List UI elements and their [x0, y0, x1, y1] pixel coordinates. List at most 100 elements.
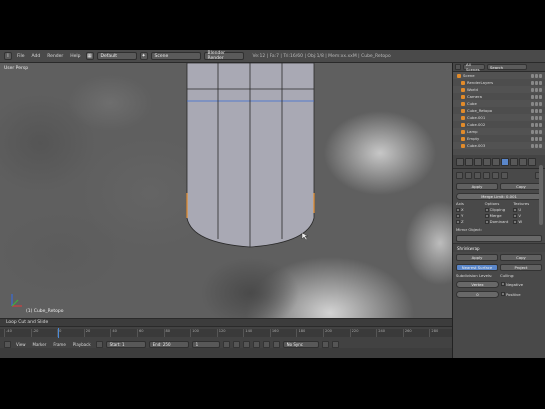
data-tab-icon[interactable] — [510, 157, 518, 166]
copy-button[interactable]: Copy — [500, 182, 542, 190]
timeline-playhead[interactable] — [58, 328, 60, 338]
record-icon[interactable] — [95, 340, 103, 348]
vertex-field[interactable]: Vertex — [456, 280, 499, 288]
timeline-menu-frame[interactable]: Frame — [51, 342, 67, 347]
axis-y-checkbox[interactable] — [456, 214, 460, 218]
visibility-icons[interactable] — [531, 122, 545, 127]
modifier-toggle-icon[interactable] — [465, 171, 472, 179]
material-tab-icon[interactable] — [519, 157, 527, 166]
outliner-view-select[interactable]: All Scenes — [463, 62, 485, 72]
visibility-icons[interactable] — [531, 87, 545, 92]
render-tab-icon[interactable] — [456, 157, 464, 166]
project-button[interactable]: Project — [500, 263, 542, 271]
visibility-icons[interactable] — [531, 143, 545, 148]
visibility-icons[interactable] — [531, 80, 545, 85]
cull-positive-checkbox[interactable] — [501, 292, 505, 296]
play-reverse-icon[interactable] — [242, 340, 250, 348]
editmode-toggle-icon[interactable] — [492, 171, 499, 179]
timeline-menu-view[interactable]: View — [14, 342, 28, 347]
outliner-item[interactable]: Cube_Retopo — [453, 107, 545, 114]
3d-viewport[interactable]: User Persp (1) Cube_Retopo — [0, 63, 452, 318]
jump-start-icon[interactable] — [222, 340, 230, 348]
screen-layout-field[interactable]: Default — [96, 52, 137, 60]
object-icon — [461, 80, 465, 85]
outliner-item[interactable]: Camera — [453, 93, 545, 100]
merge-limit-field[interactable]: Merge Limit: 0.001 — [456, 192, 542, 200]
visibility-icons[interactable] — [531, 101, 545, 106]
scene-field[interactable]: Scene — [150, 52, 201, 60]
scene-tab-icon[interactable] — [465, 157, 473, 166]
dominant-checkbox[interactable] — [484, 220, 489, 224]
visibility-icons[interactable] — [531, 136, 545, 141]
constraints-tab-icon[interactable] — [492, 157, 500, 166]
tex-v-checkbox[interactable] — [513, 214, 518, 218]
current-frame-field[interactable]: 1 — [191, 340, 220, 348]
outliner-item[interactable]: Empty — [453, 135, 545, 142]
outliner-item[interactable]: RenderLayers — [453, 79, 545, 86]
cull-negative-checkbox[interactable] — [501, 282, 505, 286]
menu-add[interactable]: Add — [30, 54, 43, 59]
object-icon — [457, 73, 461, 78]
outliner-item[interactable]: Cube — [453, 100, 545, 107]
modifiers-tab-icon[interactable] — [501, 157, 509, 166]
timeline-menu-playback[interactable]: Playback — [71, 342, 93, 347]
clipping-checkbox[interactable] — [484, 208, 489, 212]
timeline-menu-marker[interactable]: Marker — [31, 342, 49, 347]
tex-u-checkbox[interactable] — [513, 208, 518, 212]
keying-icon[interactable] — [321, 340, 329, 348]
mirror-object-field[interactable] — [456, 234, 542, 242]
axis-x-checkbox[interactable] — [456, 208, 460, 212]
timeline-tick: 100 — [190, 329, 199, 337]
apply-button[interactable]: Apply — [456, 182, 498, 190]
render-engine-select[interactable]: Blender Render — [203, 51, 244, 61]
tex-w-checkbox[interactable] — [513, 220, 518, 224]
menu-file[interactable]: File — [15, 54, 27, 59]
scene-icon[interactable]: ✦ — [139, 52, 148, 60]
jump-end-icon[interactable] — [272, 340, 280, 348]
visibility-icons[interactable] — [531, 94, 545, 99]
menu-help[interactable]: Help — [68, 54, 82, 59]
copy-shrinkwrap-button[interactable]: Copy — [500, 253, 542, 261]
nearest-surface-button[interactable]: Nearest Surface — [456, 263, 498, 271]
shrinkwrap-modifier-header[interactable]: Shrinkwrap — [453, 243, 545, 252]
menu-render[interactable]: Render — [45, 54, 65, 59]
prev-key-icon[interactable] — [232, 340, 240, 348]
editor-type-icon[interactable] — [4, 340, 11, 348]
outliner-item[interactable]: World — [453, 86, 545, 93]
operator-panel[interactable]: Loop Cut and Slide — [0, 318, 452, 326]
play-icon[interactable] — [252, 340, 260, 348]
texture-tab-icon[interactable] — [528, 157, 536, 166]
timeline-tick: 80 — [163, 329, 170, 337]
object-tab-icon[interactable] — [483, 157, 491, 166]
timeline-ruler[interactable]: -40 -20 0 20 40 60 80 100 120 140 160 180 200 220 240 2… — [0, 329, 452, 337]
next-key-icon[interactable] — [262, 340, 270, 348]
retopo-mesh[interactable] — [0, 63, 452, 318]
blender-logo-icon[interactable]: i — [4, 52, 12, 60]
render-toggle-icon[interactable] — [474, 171, 481, 179]
visibility-icons[interactable] — [531, 108, 545, 113]
end-frame-field[interactable]: End: 250 — [148, 340, 189, 348]
visibility-icons[interactable] — [531, 129, 545, 134]
outliner-editor-icon[interactable] — [455, 64, 461, 70]
operator-label[interactable]: Loop Cut and Slide — [6, 320, 48, 325]
screen-layout-icon[interactable]: ▦ — [85, 52, 94, 60]
outliner-item[interactable]: Cube.002 — [453, 121, 545, 128]
cage-toggle-icon[interactable] — [501, 171, 508, 179]
outliner-item[interactable]: Cube.003 — [453, 142, 545, 149]
outliner-item[interactable]: Scene — [453, 72, 545, 79]
outliner-item[interactable]: Cube.001 — [453, 114, 545, 121]
keyframe-icon[interactable] — [331, 340, 339, 348]
visibility-icons[interactable] — [531, 73, 545, 78]
axis-z-checkbox[interactable] — [456, 220, 460, 224]
levels-field[interactable]: 0 — [456, 290, 499, 298]
properties-scrollbar[interactable] — [539, 165, 543, 225]
viewport-toggle-icon[interactable] — [483, 171, 490, 179]
outliner-item[interactable]: Lamp — [453, 128, 545, 135]
sync-select[interactable]: No Sync — [282, 340, 319, 348]
start-frame-field[interactable]: Start: 1 — [105, 340, 146, 348]
merge-checkbox[interactable] — [484, 214, 489, 218]
visibility-icons[interactable] — [531, 115, 545, 120]
apply-shrinkwrap-button[interactable]: Apply — [456, 253, 498, 261]
outliner-search-input[interactable]: Search — [487, 64, 527, 70]
world-tab-icon[interactable] — [474, 157, 482, 166]
